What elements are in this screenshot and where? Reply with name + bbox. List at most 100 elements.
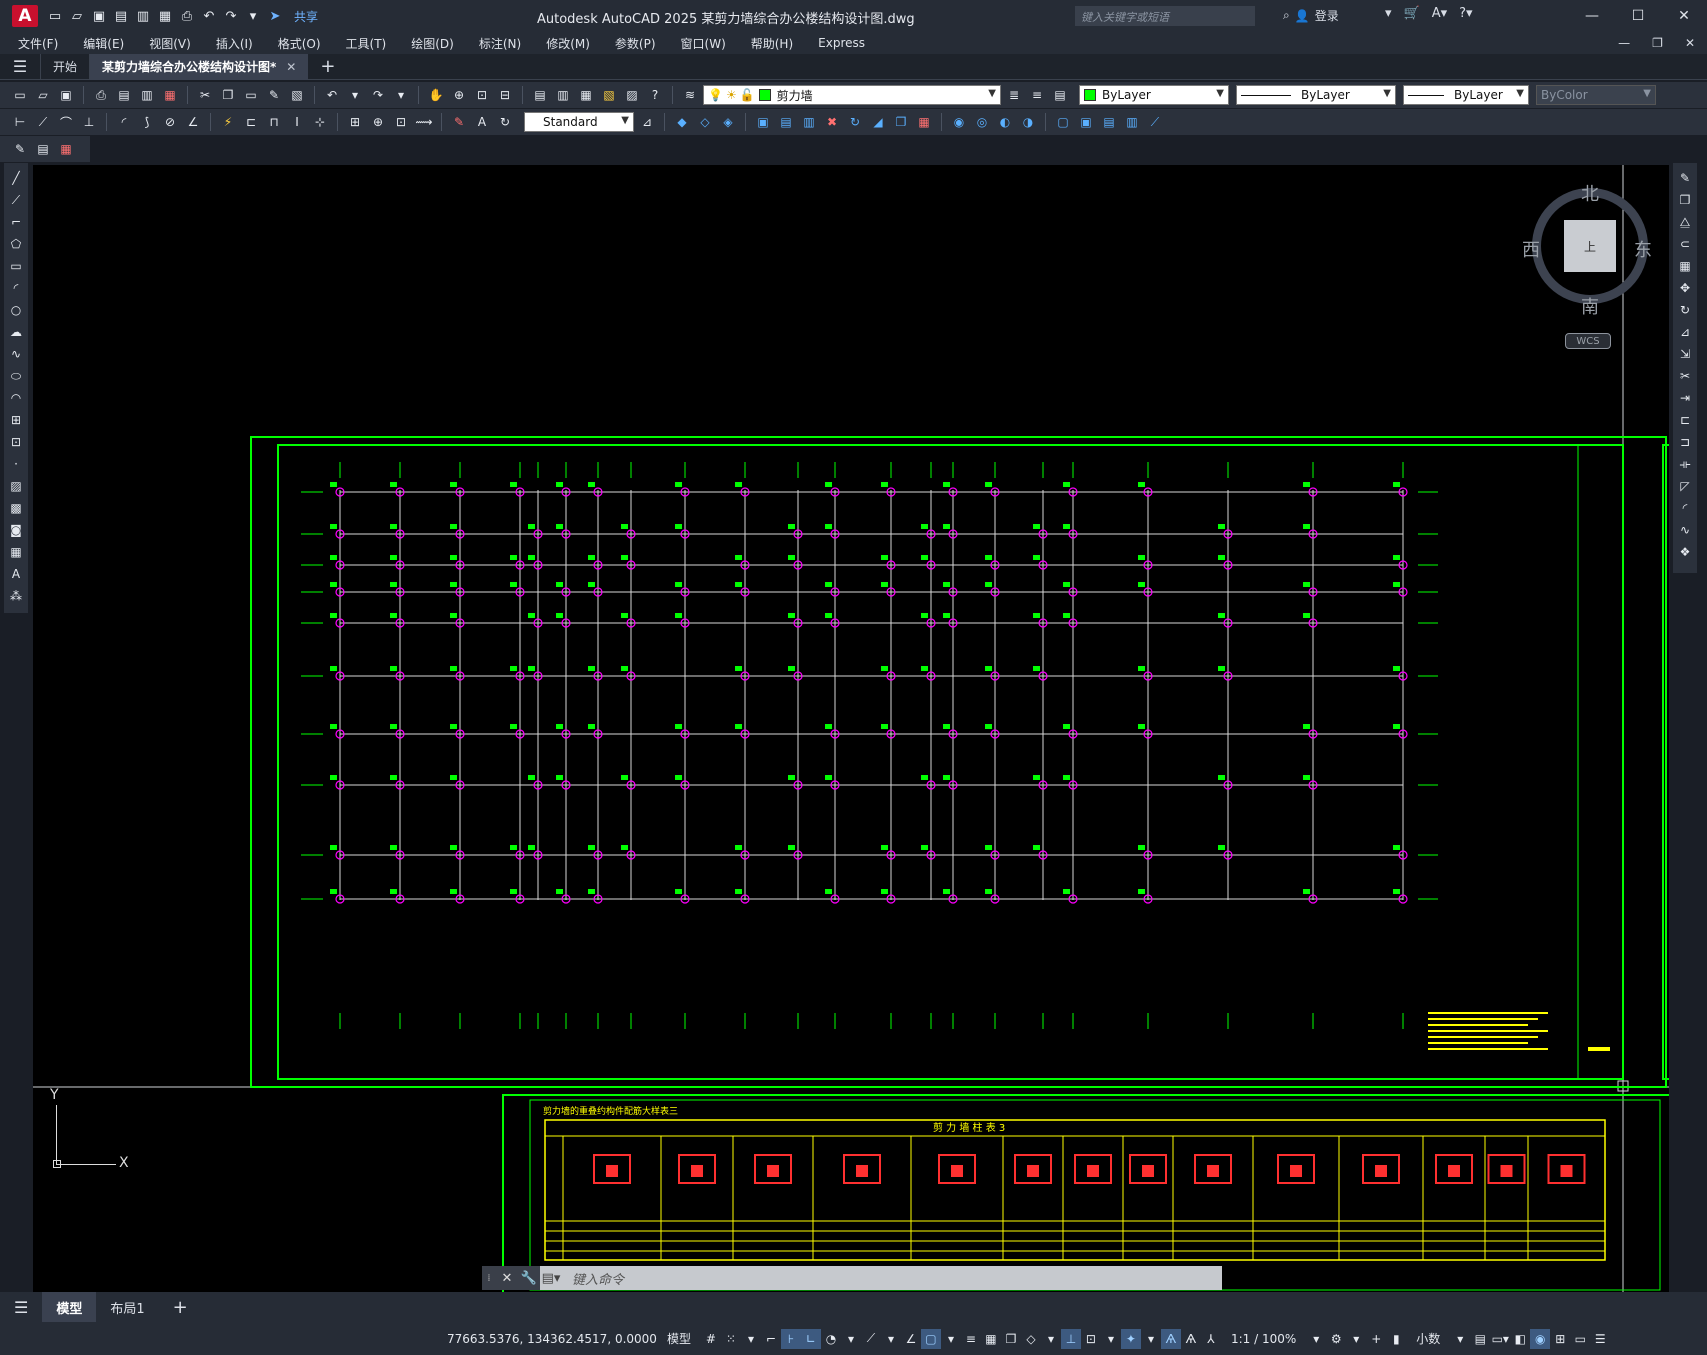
doc-restore-button[interactable]: ❐ bbox=[1652, 36, 1663, 50]
clean-screen-toggle-icon[interactable]: ▭ bbox=[1570, 1329, 1590, 1349]
gizmo-dropdown-icon[interactable]: ▾ bbox=[1141, 1329, 1161, 1349]
keyword-search-input[interactable]: 键入关键字或短语 bbox=[1075, 6, 1255, 26]
snap-icon[interactable]: ⁙ bbox=[721, 1329, 741, 1349]
open-web-icon[interactable]: ▥ bbox=[134, 7, 152, 25]
chamfer-icon[interactable]: ◸ bbox=[1676, 477, 1694, 495]
explode-icon[interactable]: ❖ bbox=[1676, 543, 1694, 561]
baseline-dim-icon[interactable]: ⊏ bbox=[241, 112, 261, 132]
infer-constraints-icon[interactable]: ⌐ bbox=[761, 1329, 781, 1349]
menu-draw[interactable]: 绘图(D) bbox=[411, 35, 466, 52]
add-selected-icon[interactable]: ⁂ bbox=[7, 587, 25, 605]
menu-help[interactable]: 帮助(H) bbox=[751, 35, 805, 52]
lineweight-icon[interactable]: ≡ bbox=[961, 1329, 981, 1349]
copy-icon[interactable]: ❐ bbox=[218, 85, 238, 105]
3d-print-icon[interactable]: ▦ bbox=[160, 85, 180, 105]
redo-icon[interactable]: ↷ bbox=[222, 7, 240, 25]
center-mark-icon[interactable]: ⊕ bbox=[368, 112, 388, 132]
units-dropdown-icon[interactable]: ▾ bbox=[1450, 1329, 1470, 1349]
block-editor-icon[interactable]: ▧ bbox=[287, 85, 307, 105]
isolate-objects-icon[interactable]: ◧ bbox=[1510, 1329, 1530, 1349]
command-line[interactable]: ⁞ ✕ 🔧 ▤▾ 键入命令 bbox=[482, 1266, 1222, 1290]
transparency-icon[interactable]: ▦ bbox=[981, 1329, 1001, 1349]
polar-icon[interactable]: ◔ bbox=[821, 1329, 841, 1349]
cursor-coordinates[interactable]: 77663.5376, 134362.4517, 0.0000 bbox=[447, 1332, 657, 1346]
dim-break-icon[interactable]: ⊹ bbox=[310, 112, 330, 132]
line-icon[interactable]: ╱ bbox=[7, 169, 25, 187]
command-grip-icon[interactable]: ⁞ bbox=[482, 1266, 496, 1290]
solid-subtract-icon[interactable]: ◇ bbox=[695, 112, 715, 132]
rectangle-icon[interactable]: ▭ bbox=[7, 257, 25, 275]
menu-file[interactable]: 文件(F) bbox=[18, 35, 70, 52]
move-faces-icon[interactable]: ▤ bbox=[776, 112, 796, 132]
copy-faces-icon[interactable]: ❐ bbox=[891, 112, 911, 132]
grid-icon[interactable]: # bbox=[701, 1329, 721, 1349]
annotation-scale-dropdown[interactable]: 1:1 / 100% bbox=[1231, 1332, 1296, 1346]
slice-icon[interactable]: ⟋ bbox=[1145, 112, 1165, 132]
share-button[interactable]: 共享 bbox=[294, 8, 318, 25]
qnew-icon[interactable]: ▭ bbox=[10, 85, 30, 105]
undo-icon[interactable]: ↶ bbox=[200, 7, 218, 25]
minimize-button[interactable]: — bbox=[1569, 0, 1615, 32]
continue-dim-icon[interactable]: ⊓ bbox=[264, 112, 284, 132]
compass-north[interactable]: 北 bbox=[1581, 180, 1599, 206]
blend-curves-icon[interactable]: ∿ bbox=[1676, 521, 1694, 539]
viewcube-top-face[interactable]: 上 bbox=[1564, 220, 1616, 272]
open-folder-icon[interactable]: ▱ bbox=[68, 7, 86, 25]
make-current-layer-icon[interactable]: ≣ bbox=[1004, 85, 1024, 105]
jogged-dim-icon[interactable]: ⟆ bbox=[137, 112, 157, 132]
break-at-point-icon[interactable]: ⊏ bbox=[1676, 411, 1694, 429]
menu-format[interactable]: 格式(O) bbox=[278, 35, 333, 52]
snap-dropdown-icon[interactable]: ▾ bbox=[741, 1329, 761, 1349]
zoom-previous-icon[interactable]: ⊟ bbox=[495, 85, 515, 105]
clean-screen-icon[interactable]: ⊞ bbox=[1550, 1329, 1570, 1349]
dynamic-ucs-icon[interactable]: ⊥ bbox=[1060, 1328, 1081, 1349]
tab-drawing[interactable]: 某剪力墙综合办公楼结构设计图* ✕ bbox=[89, 53, 309, 80]
dim-edit-icon[interactable]: ✎ bbox=[449, 112, 469, 132]
dim-text-edit-icon[interactable]: A bbox=[472, 112, 492, 132]
zoom-realtime-icon[interactable]: ⊕ bbox=[449, 85, 469, 105]
table-edit-icon[interactable]: ▦ bbox=[56, 139, 76, 159]
workspace-gear-icon[interactable]: ⚙ bbox=[1326, 1329, 1346, 1349]
cart-icon[interactable]: 🛒 bbox=[1404, 6, 1420, 21]
isodraft-icon[interactable]: ⟋ bbox=[861, 1329, 881, 1349]
layer-state-icon[interactable]: ▤ bbox=[1050, 85, 1070, 105]
trim-icon[interactable]: ✂ bbox=[1676, 367, 1694, 385]
tab-model[interactable]: 模型 bbox=[42, 1292, 97, 1322]
workspace-dropdown-icon[interactable]: ▾ bbox=[1346, 1329, 1366, 1349]
aligned-dim-icon[interactable]: ⟋ bbox=[33, 112, 53, 132]
color-edges-icon[interactable]: ▣ bbox=[1076, 112, 1096, 132]
rotate-faces-icon[interactable]: ↻ bbox=[845, 112, 865, 132]
layer-properties-icon[interactable]: ≋ bbox=[680, 85, 700, 105]
stretch-icon[interactable]: ⇲ bbox=[1676, 345, 1694, 363]
auto-scale-icon[interactable]: Ѧ bbox=[1181, 1329, 1201, 1349]
model-space-toggle[interactable]: 模型 bbox=[667, 1330, 691, 1347]
save-icon[interactable]: ▣ bbox=[56, 85, 76, 105]
compass-west[interactable]: 西 bbox=[1522, 236, 1540, 262]
shell-icon[interactable]: ◑ bbox=[1018, 112, 1038, 132]
array-icon[interactable]: ▦ bbox=[1676, 257, 1694, 275]
3d-osnap-dropdown-icon[interactable]: ▾ bbox=[1041, 1329, 1061, 1349]
customization-icon[interactable]: ☰ bbox=[1590, 1329, 1610, 1349]
ortho-icon[interactable]: ∟ bbox=[800, 1328, 821, 1349]
annotation-monitor-icon[interactable]: + bbox=[1366, 1329, 1386, 1349]
join-icon[interactable]: ⟛ bbox=[1676, 455, 1694, 473]
undo-icon[interactable]: ↶ bbox=[322, 85, 342, 105]
plot-preview-icon[interactable]: ▤ bbox=[114, 85, 134, 105]
lock-ui-icon[interactable]: ▭▾ bbox=[1490, 1329, 1510, 1349]
quick-properties-icon[interactable]: ▤ bbox=[1470, 1329, 1490, 1349]
layer-dropdown[interactable]: 💡 ☀ 🔓 剪力墙 ▼ bbox=[703, 85, 1001, 105]
filter-dropdown-icon[interactable]: ▾ bbox=[1101, 1329, 1121, 1349]
radius-dim-icon[interactable]: ◜ bbox=[114, 112, 134, 132]
quick-dim-icon[interactable]: ⚡ bbox=[218, 112, 238, 132]
viewcube[interactable]: 上 北 南 东 西 WCS bbox=[1520, 178, 1660, 358]
solid-union-icon[interactable]: ◆ bbox=[672, 112, 692, 132]
share-icon[interactable]: ➤ bbox=[266, 7, 284, 25]
dropdown-icon[interactable]: ▾ bbox=[1385, 6, 1392, 21]
redo-icon[interactable]: ↷ bbox=[368, 85, 388, 105]
copy-icon[interactable]: ❐ bbox=[1676, 191, 1694, 209]
annotation-scale-icon[interactable]: ⅄ bbox=[1201, 1329, 1221, 1349]
color-faces-icon[interactable]: ▦ bbox=[914, 112, 934, 132]
make-block-icon[interactable]: ⊡ bbox=[7, 433, 25, 451]
ellipse-icon[interactable]: ⬭ bbox=[7, 367, 25, 385]
redo-dropdown-icon[interactable]: ▾ bbox=[391, 85, 411, 105]
